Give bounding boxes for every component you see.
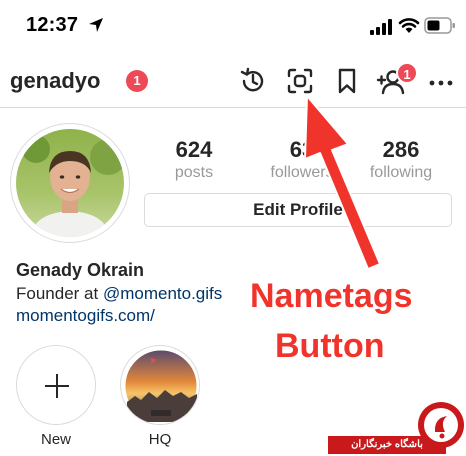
bookmark-icon[interactable] [332,66,362,96]
avatar-photo [16,129,124,237]
new-highlight-circle[interactable] [16,345,96,425]
highlight-new[interactable]: New [16,345,96,448]
bio-text: Founder at [16,284,103,303]
watermark: باشگاه خبرنگاران [328,398,466,456]
edit-profile-button[interactable]: Edit Profile [144,193,452,227]
more-options-icon[interactable] [426,68,456,98]
bio-line: Founder at @momento.gifs [16,284,222,304]
highlight-label-hq: HQ [148,431,172,448]
stat-followers[interactable]: 63 followers [257,137,347,183]
stat-following[interactable]: 286 following [356,137,446,183]
notification-badge: 1 [126,70,148,92]
nametag-scan-icon[interactable] [285,66,315,96]
hq-cover-image [122,347,199,424]
profile-avatar[interactable] [10,123,130,243]
highlight-label-new: New [40,431,71,448]
hq-highlight-circle[interactable] [120,345,200,425]
posts-label: posts [174,164,214,181]
highlight-hq[interactable]: HQ [120,345,200,448]
website-link[interactable]: momentogifs.com/ [16,306,155,326]
full-name: Genady Okrain [16,260,145,280]
annotation-label-line1: Nametags [250,277,413,315]
discover-people-badge: 1 [396,62,418,84]
history-icon[interactable] [238,66,268,96]
posts-count: 624 [175,137,213,162]
wifi-icon [398,18,420,33]
watermark-logo-icon [418,402,464,448]
profile-header: genadyo 1 1 [0,52,466,108]
location-arrow-icon [89,18,103,32]
following-label: following [369,164,433,181]
stat-posts[interactable]: 624 posts [149,137,239,183]
followers-count: 63 [289,137,315,162]
following-count: 286 [382,137,420,162]
followers-label: followers [270,164,334,181]
status-bar: 12:37 [0,0,466,52]
username[interactable]: genadyo [10,68,100,94]
bio-mention-link[interactable]: @momento.gifs [103,284,222,303]
status-time: 12:37 [26,14,79,36]
cellular-signal-icon [370,19,392,35]
battery-icon [424,17,455,34]
annotation-label-line2: Button [275,327,385,365]
